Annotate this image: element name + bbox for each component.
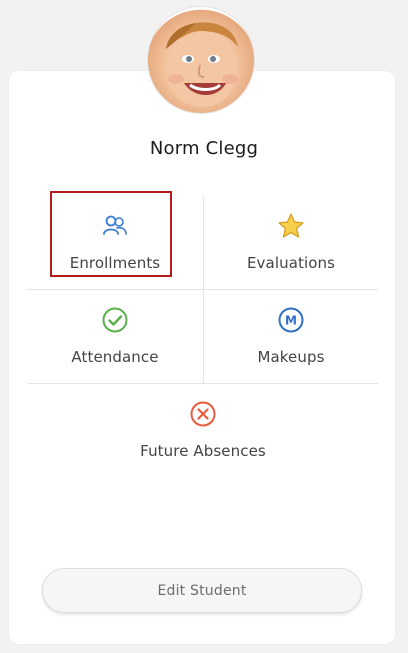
future-absences-label: Future Absences	[140, 442, 266, 460]
edit-student-button[interactable]: Edit Student	[42, 568, 362, 613]
attendance-label: Attendance	[71, 348, 159, 366]
selection-outline	[50, 191, 172, 277]
future-absences-tile[interactable]: Future Absences	[115, 384, 291, 478]
svg-text:M: M	[285, 314, 297, 328]
avatar	[148, 7, 254, 113]
makeups-tile[interactable]: M Makeups	[203, 290, 379, 384]
child-photo	[166, 22, 238, 107]
check-circle-icon	[101, 306, 129, 334]
m-circle-icon: M	[277, 306, 305, 334]
evaluations-tile[interactable]: Evaluations	[203, 196, 379, 290]
evaluations-label: Evaluations	[246, 254, 336, 272]
makeups-label: Makeups	[257, 348, 325, 366]
x-circle-icon	[189, 400, 217, 428]
student-name: Norm Clegg	[149, 138, 259, 159]
star-icon	[277, 212, 305, 240]
attendance-tile[interactable]: Attendance	[27, 290, 203, 384]
